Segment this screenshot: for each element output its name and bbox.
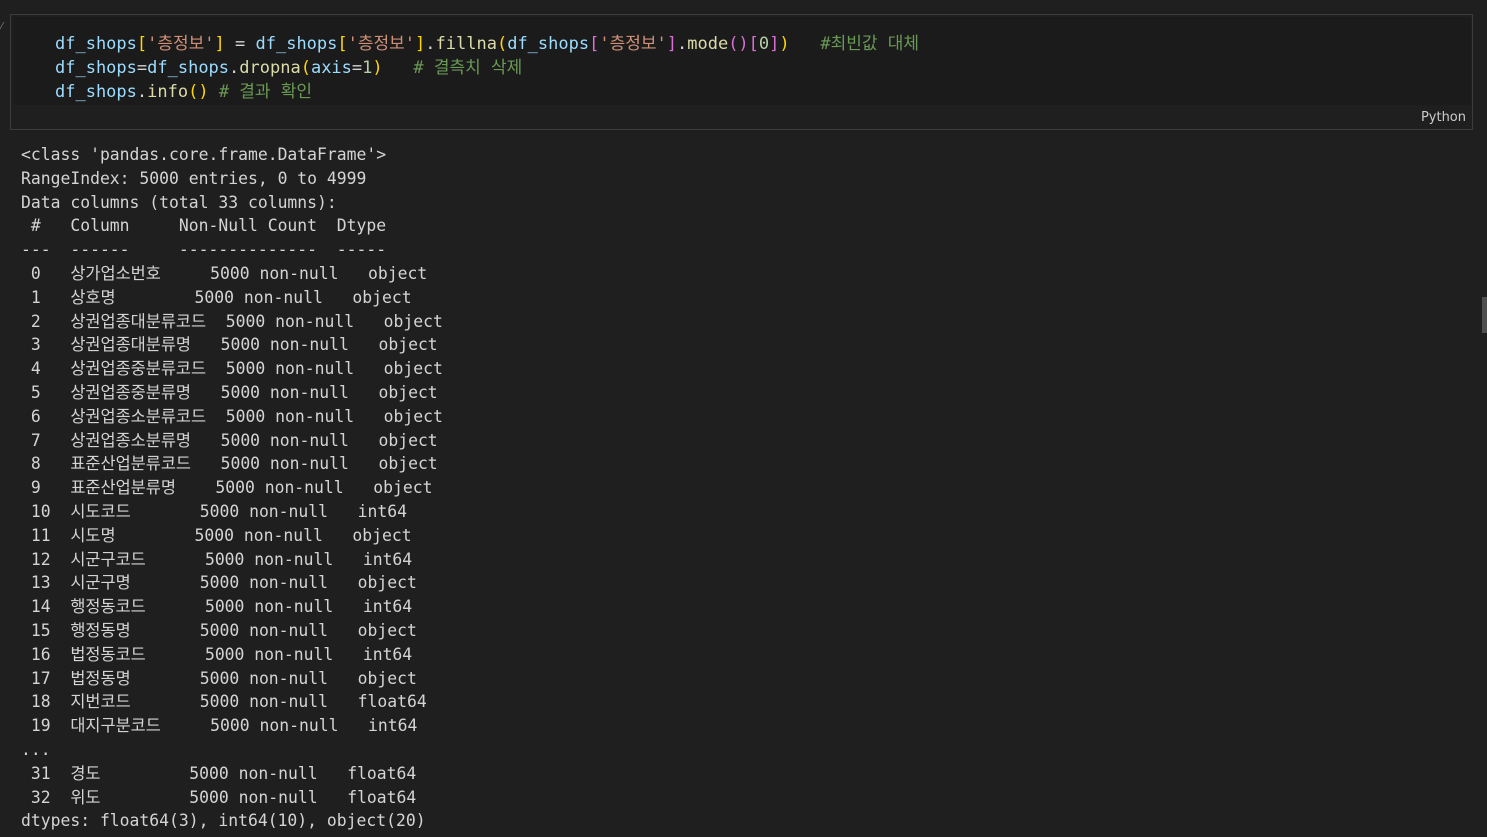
output-line: Data columns (total 33 columns): bbox=[21, 192, 337, 212]
code-token: ] bbox=[214, 34, 225, 54]
output-line: --- ------ -------------- ----- bbox=[21, 240, 387, 260]
output-line: RangeIndex: 5000 entries, 0 to 4999 bbox=[21, 168, 367, 188]
output-line: 5 상권업종중분류명 5000 non-null object bbox=[21, 382, 438, 402]
output-line: 13 시군구명 5000 non-null object bbox=[21, 573, 417, 593]
code-token: fillna bbox=[435, 34, 497, 54]
output-line: <class 'pandas.core.frame.DataFrame'> bbox=[21, 145, 387, 164]
code-token: ] bbox=[415, 34, 426, 54]
output-line: 11 시도명 5000 non-null object bbox=[21, 525, 412, 545]
code-token: df_shops bbox=[255, 34, 338, 54]
code-token: 0 bbox=[758, 34, 770, 54]
code-token: 1 bbox=[362, 58, 373, 78]
code-token: [ bbox=[748, 34, 759, 54]
output-line: 1 상호명 5000 non-null object bbox=[21, 287, 412, 307]
code-token: . bbox=[425, 34, 436, 54]
scrollbar-thumb[interactable] bbox=[1482, 297, 1487, 333]
code-cell[interactable]: df_shops['층정보'] = df_shops['층정보'].fillna… bbox=[10, 14, 1473, 130]
code-token: . bbox=[136, 82, 148, 102]
output-line: 8 표준산업분류코드 5000 non-null object bbox=[21, 454, 438, 474]
code-token: df_shops bbox=[55, 82, 137, 102]
code-token: [ bbox=[337, 34, 348, 54]
code-token: df_shops bbox=[507, 34, 590, 54]
code-token: = bbox=[136, 58, 148, 78]
code-token: . bbox=[676, 34, 688, 54]
code-block[interactable]: df_shops['층정보'] = df_shops['층정보'].fillna… bbox=[55, 32, 919, 104]
code-token: [ bbox=[589, 34, 600, 54]
output-line: 7 상권업종소분류명 5000 non-null object bbox=[21, 430, 438, 450]
output-line: 16 법정동코드 5000 non-null int64 bbox=[21, 644, 413, 664]
code-token: ( bbox=[496, 34, 508, 54]
output-line: 17 법정동명 5000 non-null object bbox=[21, 668, 417, 688]
output-line: dtypes: float64(3), int64(10), object(20… bbox=[21, 811, 426, 831]
code-token: df_shops bbox=[55, 34, 137, 54]
output-line: 2 상권업종대분류코드 5000 non-null object bbox=[21, 311, 443, 331]
code-token: () bbox=[728, 34, 749, 54]
cell-language-label[interactable]: Python bbox=[1421, 110, 1466, 125]
cell-output: <class 'pandas.core.frame.DataFrame'> Ran… bbox=[21, 143, 443, 833]
code-token: '층정보' bbox=[599, 34, 667, 54]
code-token: ( bbox=[300, 58, 311, 78]
code-token: '층정보' bbox=[347, 34, 416, 54]
output-line: 15 행정동명 5000 non-null object bbox=[21, 620, 417, 640]
collapse-caret-icon[interactable] bbox=[0, 22, 11, 34]
code-token: '층정보' bbox=[147, 34, 215, 54]
code-token: mode bbox=[687, 34, 729, 54]
output-line: 10 시도코드 5000 non-null int64 bbox=[21, 501, 407, 521]
output-line: # Column Non-Null Count Dtype bbox=[21, 216, 387, 236]
code-token: () bbox=[188, 82, 209, 102]
output-line: 14 행정동코드 5000 non-null int64 bbox=[21, 597, 413, 617]
code-token: ) bbox=[779, 34, 790, 54]
output-line: 18 지번코드 5000 non-null float64 bbox=[21, 692, 427, 712]
code-token: # 결측치 삭제 bbox=[382, 58, 523, 78]
code-token: = bbox=[224, 34, 256, 54]
code-token: #최빈값 대체 bbox=[789, 34, 920, 54]
code-line[interactable]: df_shops=df_shops.dropna(axis=1) # 결측치 삭… bbox=[55, 56, 919, 80]
code-line[interactable]: df_shops.info() # 결과 확인 bbox=[55, 80, 919, 104]
code-token: = bbox=[351, 58, 363, 78]
output-line: ... bbox=[21, 739, 51, 759]
code-token: df_shops bbox=[147, 58, 230, 78]
code-line[interactable]: df_shops['층정보'] = df_shops['층정보'].fillna… bbox=[55, 32, 919, 56]
output-line: 3 상권업종대분류명 5000 non-null object bbox=[21, 335, 438, 355]
output-line: 12 시군구코드 5000 non-null int64 bbox=[21, 549, 413, 569]
notebook-editor: df_shops['층정보'] = df_shops['층정보'].fillna… bbox=[0, 0, 1487, 837]
code-token: dropna bbox=[239, 58, 301, 78]
code-token: ] bbox=[666, 34, 677, 54]
output-line: 9 표준산업분류명 5000 non-null object bbox=[21, 478, 433, 498]
code-token: df_shops bbox=[55, 58, 137, 78]
code-token: . bbox=[229, 58, 240, 78]
code-token: # 결과 확인 bbox=[208, 82, 313, 102]
code-token: ] bbox=[769, 34, 780, 54]
output-line: 31 경도 5000 non-null float64 bbox=[21, 763, 417, 783]
output-line: 32 위도 5000 non-null float64 bbox=[21, 787, 417, 807]
output-line: 4 상권업종중분류코드 5000 non-null object bbox=[21, 359, 443, 379]
code-token: [ bbox=[136, 34, 148, 54]
output-line: 19 대지구분코드 5000 non-null int64 bbox=[21, 716, 418, 736]
code-token: axis bbox=[310, 58, 352, 78]
code-token: info bbox=[147, 82, 189, 102]
output-line: 0 상가업소번호 5000 non-null object bbox=[21, 263, 428, 283]
code-token: ) bbox=[372, 58, 383, 78]
output-line: 6 상권업종소분류코드 5000 non-null object bbox=[21, 406, 443, 426]
